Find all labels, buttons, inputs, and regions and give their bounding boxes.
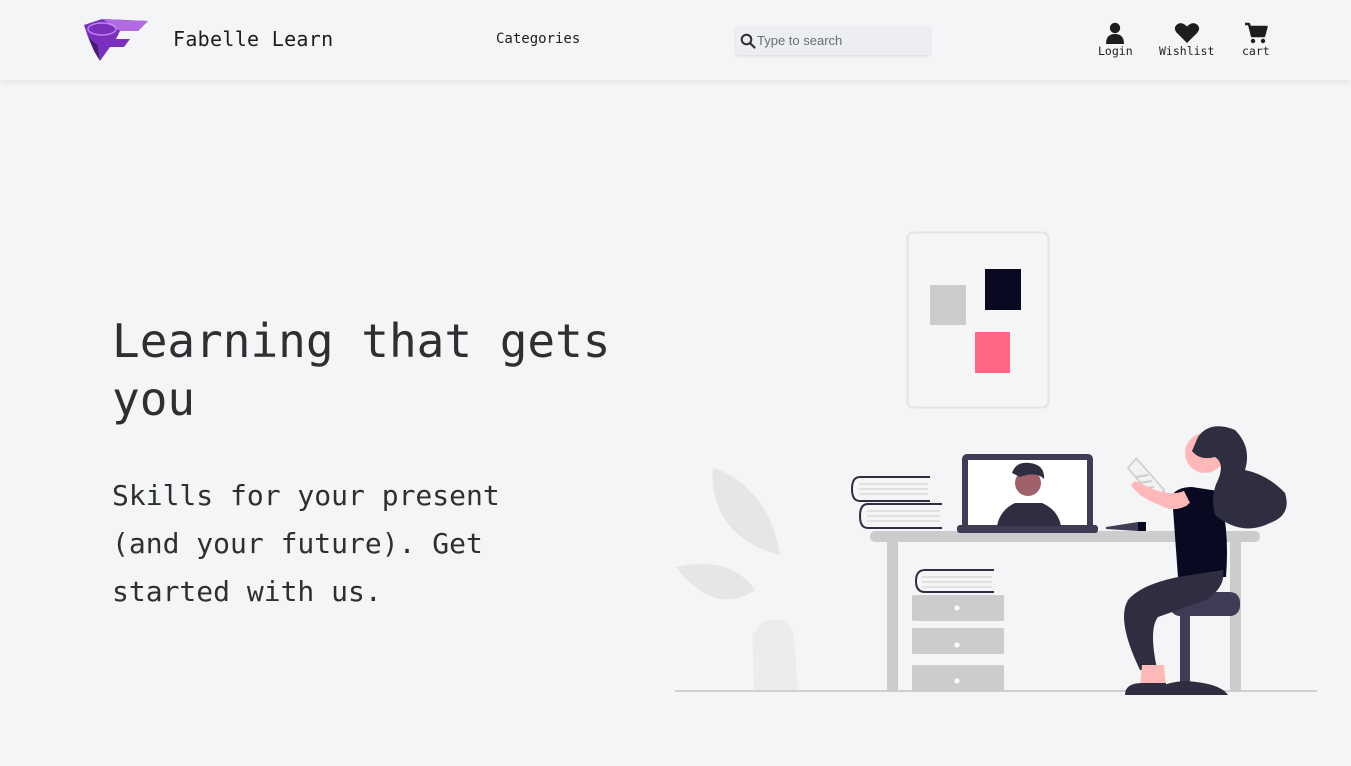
woman-figure (1124, 426, 1287, 695)
user-icon (1106, 22, 1125, 44)
hero-illustration (675, 231, 1317, 695)
pen (1106, 522, 1146, 531)
hero-subtitle: Skills for your present (and your future… (112, 479, 500, 608)
brand-name[interactable]: Fabelle Learn (173, 27, 333, 51)
fabelle-logo-icon[interactable] (80, 15, 150, 63)
book-on-drawer (914, 569, 994, 593)
login-button[interactable]: Login (1098, 22, 1133, 58)
heart-icon (1174, 23, 1199, 43)
cart-icon (1244, 22, 1268, 44)
wall-board (906, 231, 1050, 409)
wishlist-label: Wishlist (1159, 44, 1215, 58)
plant-decoration (676, 467, 798, 691)
cart-label: cart (1242, 44, 1270, 58)
cart-button[interactable]: cart (1242, 22, 1270, 58)
search-input[interactable] (757, 33, 927, 48)
categories-menu[interactable]: Categories (496, 31, 580, 47)
navbar: Fabelle Learn Categories Login Wishlist … (0, 0, 1351, 80)
login-label: Login (1098, 44, 1133, 58)
wishlist-button[interactable]: Wishlist (1159, 22, 1214, 58)
book-stack (850, 476, 942, 529)
hero-title: Learning that gets you (112, 314, 611, 426)
laptop (957, 454, 1098, 533)
search-icon (740, 33, 756, 49)
search-bar (736, 26, 930, 55)
